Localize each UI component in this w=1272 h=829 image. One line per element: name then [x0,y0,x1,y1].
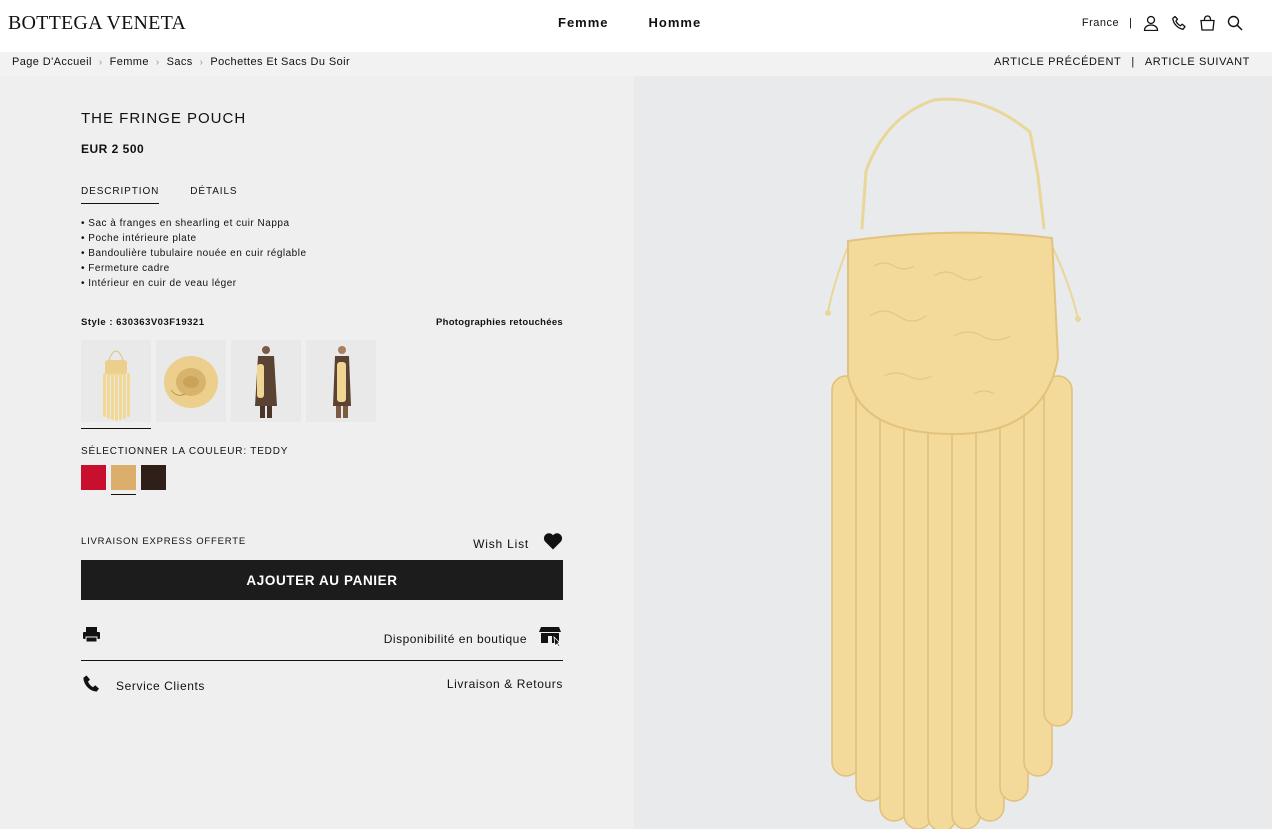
style-code: Style : 630363V03F19321 [81,317,205,328]
article-nav-separator: | [1131,56,1135,68]
search-icon[interactable] [1226,14,1244,32]
tab-details[interactable]: DÉTAILS [190,186,237,204]
previous-article-link[interactable]: ARTICLE PRÉCÉDENT [994,56,1121,68]
phone-icon [83,675,99,697]
brand-logo[interactable]: BOTTEGA VENETA [8,12,186,35]
country-separator: | [1129,17,1132,29]
add-to-cart-button[interactable]: AJOUTER AU PANIER [81,560,563,600]
breadcrumb: Page D'Accueil › Femme › Sacs › Pochette… [12,56,350,68]
description-item: • Poche intérieure plate [81,233,197,244]
country-selector[interactable]: France [1082,17,1119,29]
express-delivery-notice: LIVRAISON EXPRESS OFFERTE [81,536,246,547]
retouched-notice: Photographies retouchées [435,317,563,328]
product-price: EUR 2 500 [81,142,145,156]
swatch-red[interactable] [81,465,106,490]
thumbnail-model-front[interactable] [231,340,301,422]
bag-icon[interactable] [1198,14,1216,32]
nav-homme[interactable]: Homme [649,15,702,30]
next-article-link[interactable]: ARTICLE SUIVANT [1145,56,1250,68]
nav-femme[interactable]: Femme [558,15,609,30]
tab-description[interactable]: DESCRIPTION [81,186,160,204]
customer-service-link[interactable]: Service Clients [83,675,205,697]
product-title: THE FRINGE POUCH [81,110,247,127]
swatch-teddy[interactable] [111,465,136,495]
product-info-panel: THE FRINGE POUCH EUR 2 500 DESCRIPTION D… [0,76,634,829]
breadcrumb-bar: Page D'Accueil › Femme › Sacs › Pochette… [0,52,1272,76]
swatch-dark-brown[interactable] [141,465,166,490]
breadcrumb-femme[interactable]: Femme [110,56,149,68]
product-tabs: DESCRIPTION DÉTAILS [81,186,238,204]
header-utilities: France | [1082,14,1244,32]
wishlist-button[interactable]: Wish List [473,532,563,555]
phone-icon[interactable] [1170,14,1188,32]
print-icon[interactable] [82,626,101,648]
thumbnail-gallery [81,340,376,429]
product-image-panel [634,76,1272,829]
store-availability-label: Disponibilité en boutique [383,631,527,646]
product-main-image[interactable] [634,76,1272,829]
store-icon [539,625,563,652]
chevron-right-icon: › [199,56,204,68]
main-nav: Femme Homme [558,15,701,30]
description-item: • Sac à franges en shearling et cuir Nap… [81,218,290,229]
description-list: • Sac à franges en shearling et cuir Nap… [81,216,307,291]
customer-service-label: Service Clients [116,679,206,693]
description-item: • Fermeture cadre [81,263,170,274]
divider [81,660,563,661]
heart-icon [543,532,563,555]
thumbnail-front[interactable] [81,340,151,429]
breadcrumb-pochettes[interactable]: Pochettes Et Sacs Du Soir [210,56,350,68]
site-header: BOTTEGA VENETA Femme Homme France | [0,0,1272,52]
account-icon[interactable] [1142,14,1160,32]
article-navigation: ARTICLE PRÉCÉDENT | ARTICLE SUIVANT [994,56,1250,68]
chevron-right-icon: › [155,56,160,68]
chevron-right-icon: › [98,56,103,68]
color-swatches [81,465,166,495]
thumbnail-top[interactable] [156,340,226,422]
description-item: • Intérieur en cuir de veau léger [81,278,237,289]
delivery-returns-link[interactable]: Livraison & Retours [447,677,563,691]
description-item: • Bandoulière tubulaire nouée en cuir ré… [81,248,307,259]
wishlist-label: Wish List [473,536,529,551]
breadcrumb-home[interactable]: Page D'Accueil [12,56,92,68]
color-selector-label: SÉLECTIONNER LA COULEUR: TEDDY [81,446,289,457]
breadcrumb-sacs[interactable]: Sacs [167,56,193,68]
store-availability-link[interactable]: Disponibilité en boutique [384,625,563,652]
thumbnail-model-side[interactable] [306,340,376,422]
